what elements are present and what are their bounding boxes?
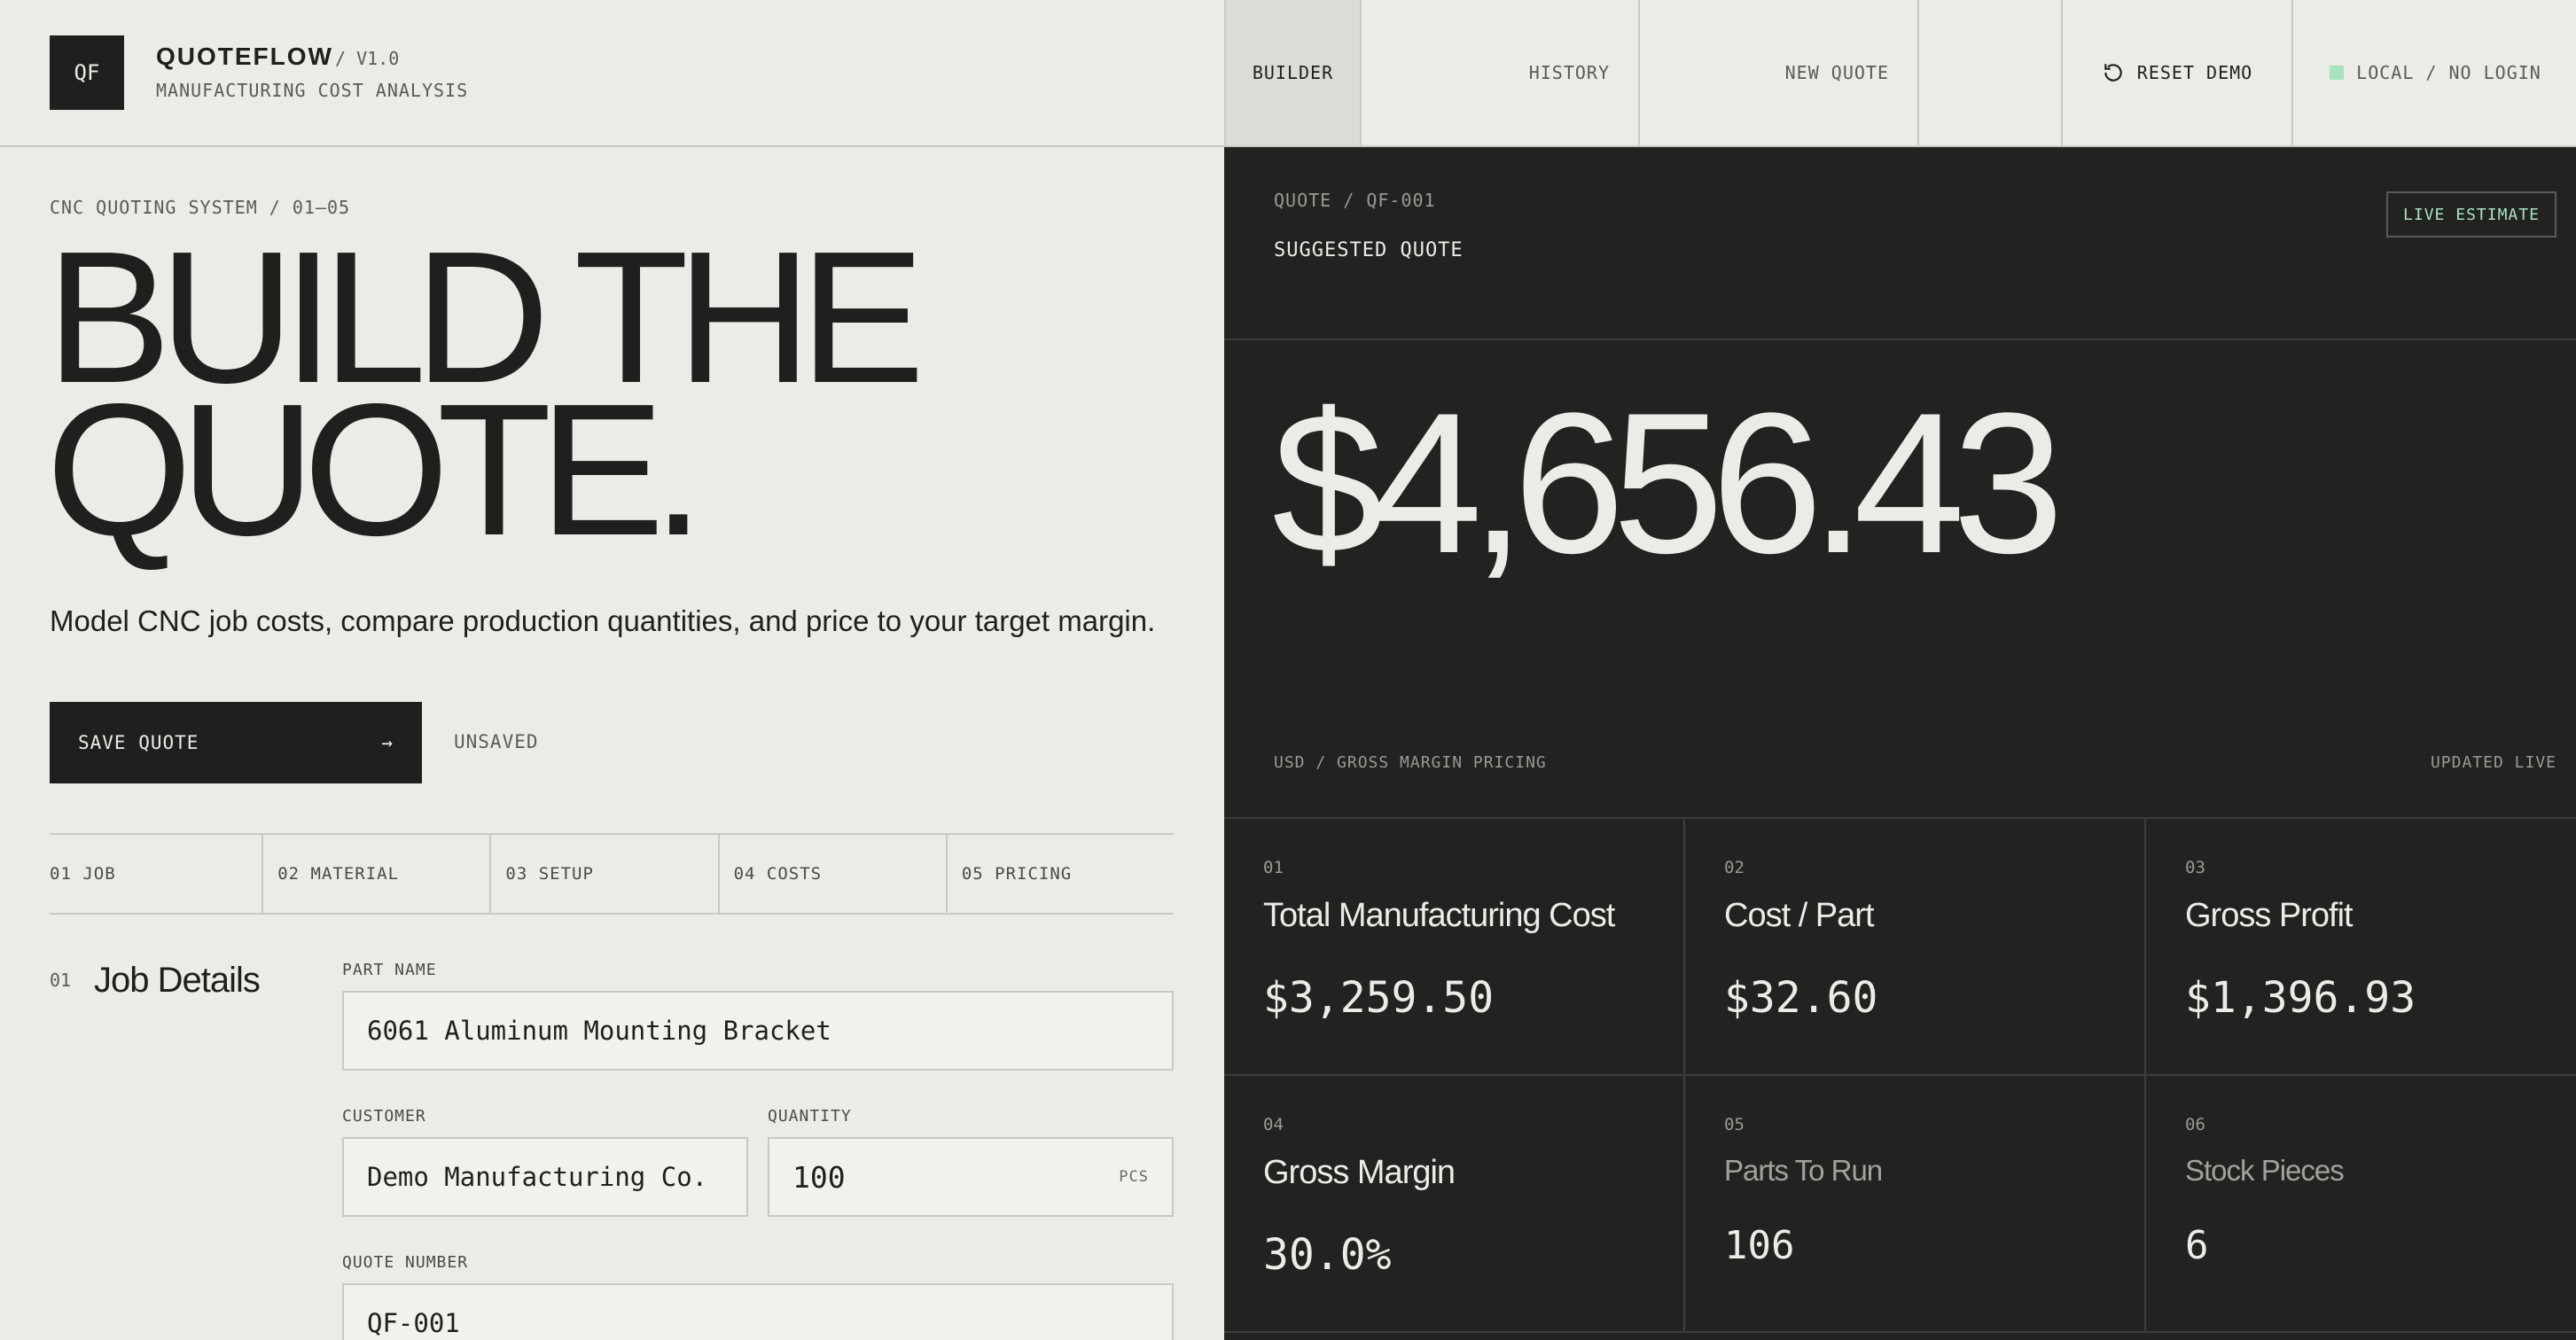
quote-header: QUOTE / QF-001 SUGGESTED QUOTE LIVE ESTI…: [1224, 147, 2576, 340]
step-tab-pricing[interactable]: 05 PRICING: [945, 835, 1174, 913]
quantity-input[interactable]: 100 PCS: [768, 1137, 1174, 1217]
metric-number: 05: [1724, 1115, 1745, 1134]
customer-input[interactable]: Demo Manufacturing Co.: [342, 1137, 748, 1217]
customer-value: Demo Manufacturing Co.: [367, 1162, 708, 1192]
metric-title: Total Manufacturing Cost: [1263, 897, 1615, 934]
metric-number: 06: [2185, 1115, 2205, 1134]
step-tab-job[interactable]: 01 JOB: [50, 835, 262, 913]
save-quote-label: SAVE QUOTE: [78, 732, 199, 753]
update-status: UPDATED LIVE: [2430, 753, 2556, 772]
nav-new-quote[interactable]: NEW QUOTE: [1640, 0, 1919, 145]
arrow-right-icon: →: [381, 732, 394, 753]
metric-value: 30.0%: [1263, 1230, 1392, 1280]
part-name-value: 6061 Aluminum Mounting Bracket: [367, 1016, 831, 1046]
quote-number-value: QF-001: [367, 1308, 460, 1338]
page-title-line-2: QUOTE.: [46, 364, 705, 574]
quantity-label: QUANTITY: [768, 1107, 852, 1126]
step-tab-material[interactable]: 02 MATERIAL: [262, 835, 489, 913]
save-quote-button[interactable]: SAVE QUOTE →: [50, 702, 422, 783]
pricing-basis: USD / GROSS MARGIN PRICING: [1274, 753, 1547, 772]
quote-number-label: QUOTE NUMBER: [342, 1253, 469, 1272]
metric-number: 03: [2185, 858, 2205, 877]
section-number: 01: [50, 970, 72, 991]
section-title: Job Details: [94, 961, 261, 1000]
metric-title: Parts To Run: [1724, 1154, 1883, 1187]
part-name-label: PART NAME: [342, 961, 437, 979]
step-tab-costs[interactable]: 04 COSTS: [717, 835, 946, 913]
metric-title: Cost / Part: [1724, 897, 1874, 934]
page-subtitle: Model CNC job costs, compare production …: [50, 604, 1156, 637]
metric-card-parts-to-run: 05 Parts To Run 106: [1685, 1076, 2146, 1333]
metric-value: 106: [1724, 1223, 1795, 1268]
metric-value: $3,259.50: [1263, 973, 1495, 1023]
save-status: UNSAVED: [454, 731, 539, 752]
step-tab-setup[interactable]: 03 SETUP: [489, 835, 717, 913]
metric-card-cost-per-part: 02 Cost / Part $32.60: [1685, 819, 2146, 1076]
status-label: LOCAL / NO LOGIN: [2356, 62, 2541, 83]
nav-history[interactable]: HISTORY: [1362, 0, 1640, 145]
metrics-grid: 01 Total Manufacturing Cost $3,259.50 02…: [1224, 817, 2576, 1340]
refresh-icon: [2104, 64, 2122, 82]
metric-value: $32.60: [1724, 973, 1878, 1023]
metric-card-gross-profit: 03 Gross Profit $1,396.93: [2146, 819, 2576, 1076]
status-dot-icon: [2330, 66, 2345, 80]
metric-number: 02: [1724, 858, 1745, 877]
metric-card-stock-pieces: 06 Stock Pieces 6: [2146, 1076, 2576, 1333]
suggested-quote-label: SUGGESTED QUOTE: [1274, 239, 1464, 261]
quote-number-input[interactable]: QF-001: [342, 1283, 1174, 1340]
metric-number: 01: [1263, 858, 1284, 877]
metric-value: $1,396.93: [2185, 973, 2416, 1023]
app-subtitle: MANUFACTURING COST ANALYSIS: [156, 80, 469, 101]
metric-number: 04: [1263, 1115, 1284, 1134]
reset-demo-label: RESET DEMO: [2136, 62, 2253, 83]
metric-value: 6: [2185, 1223, 2209, 1268]
brand-header: QF QUOTEFLOW / V1.0 MANUFACTURING COST A…: [0, 0, 1224, 147]
logo[interactable]: QF: [50, 35, 124, 110]
quote-id: QUOTE / QF-001: [1274, 190, 1436, 211]
step-tabs: 01 JOB 02 MATERIAL 03 SETUP 04 COSTS 05 …: [50, 833, 1174, 915]
live-estimate-badge: LIVE ESTIMATE: [2386, 191, 2556, 238]
customer-label: CUSTOMER: [342, 1107, 426, 1126]
suggested-price: $4,656.43: [1272, 370, 2064, 595]
app-version: / V1.0: [335, 48, 400, 69]
connection-status: LOCAL / NO LOGIN: [2293, 0, 2576, 145]
top-nav: BUILDER HISTORY NEW QUOTE RESET DEMO LOC…: [1224, 0, 2576, 147]
part-name-input[interactable]: 6061 Aluminum Mounting Bracket: [342, 991, 1174, 1071]
metric-title: Gross Margin: [1263, 1154, 1456, 1191]
metric-card-gross-margin: 04 Gross Margin 30.0%: [1224, 1076, 1685, 1333]
page-title: BUILD THE QUOTE.: [46, 223, 925, 564]
quote-panel: BUILDER HISTORY NEW QUOTE RESET DEMO LOC…: [1224, 0, 2576, 1340]
builder-panel: QF QUOTEFLOW / V1.0 MANUFACTURING COST A…: [0, 0, 1224, 1340]
metric-card-total-cost: 01 Total Manufacturing Cost $3,259.50: [1224, 819, 1685, 1076]
quantity-unit: PCS: [1119, 1168, 1149, 1186]
nav-builder[interactable]: BUILDER: [1226, 0, 1362, 145]
metric-title: Stock Pieces: [2185, 1154, 2345, 1187]
app-name: QUOTEFLOW: [156, 43, 333, 70]
metric-title: Gross Profit: [2185, 897, 2354, 934]
nav-divider: [1919, 0, 2063, 145]
reset-demo-button[interactable]: RESET DEMO: [2063, 0, 2293, 145]
quantity-value: 100: [792, 1159, 846, 1195]
